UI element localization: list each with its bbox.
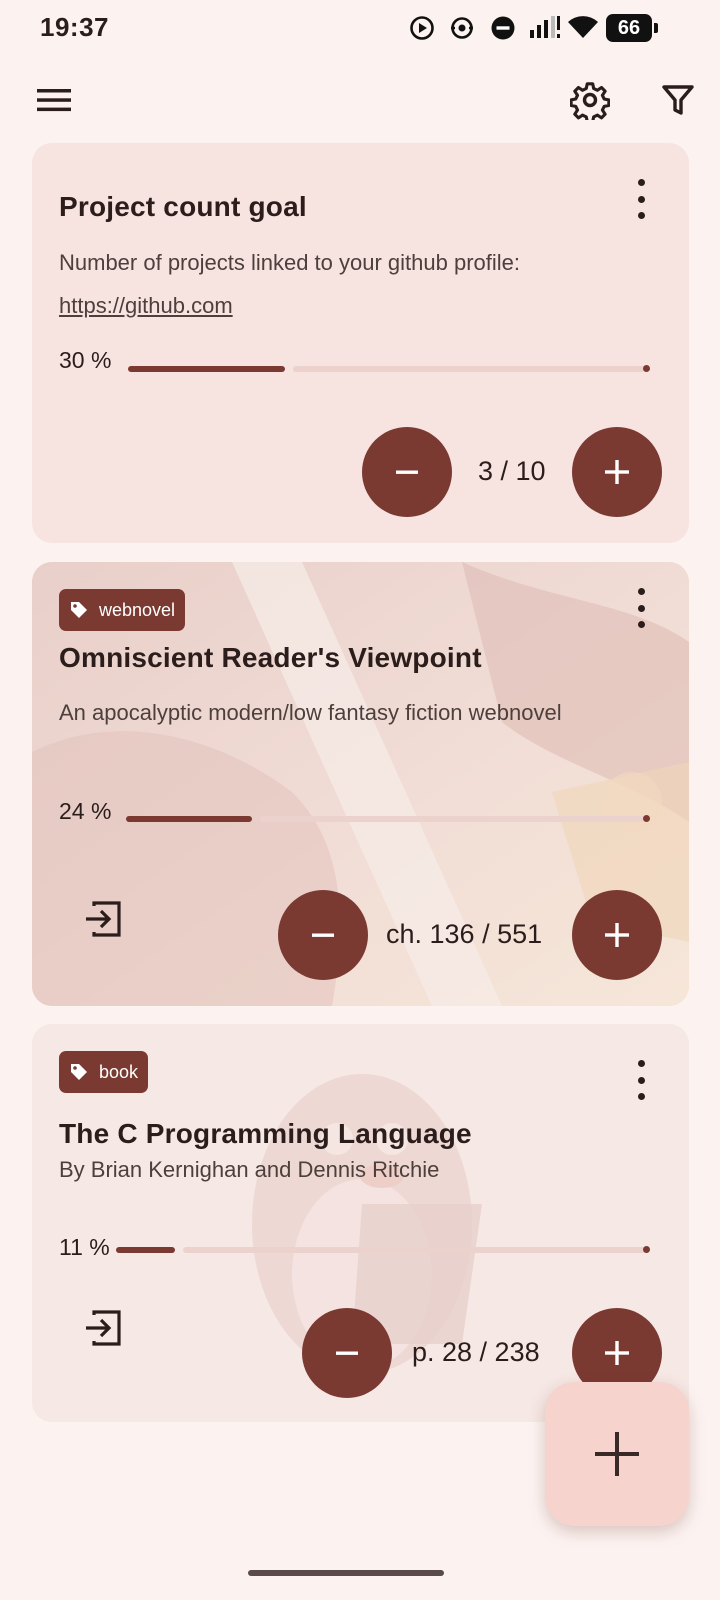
minus-icon (312, 933, 334, 937)
progress-fill (116, 1247, 175, 1253)
tag-icon (71, 1064, 87, 1080)
battery-level: 66 (617, 16, 641, 39)
dot (637, 212, 645, 219)
dot (637, 1076, 645, 1084)
progress-track (293, 366, 648, 372)
minus-icon (336, 1351, 358, 1355)
progress-counter: ch. 136 / 551 (386, 919, 543, 949)
open-link-button[interactable] (82, 1306, 126, 1350)
wifi-icon (568, 16, 598, 38)
sync-icon (451, 17, 473, 39)
status-bar: 19:37 66 (0, 0, 720, 56)
dot (637, 1060, 645, 1067)
battery-tip (654, 23, 658, 33)
description-text: Number of projects linked to your github… (59, 250, 521, 275)
progress-counter: p. 28 / 238 (412, 1337, 540, 1367)
increment-button[interactable] (572, 890, 662, 980)
plus-icon (605, 1341, 629, 1365)
tracker-card-webnovel[interactable]: webnovel Omniscient Reader's Viewpoint A… (32, 562, 689, 1006)
progress-percent: 24 % (59, 798, 112, 824)
exit-to-app-icon (86, 901, 121, 937)
progress-counter: 3 / 10 (478, 456, 546, 486)
status-time: 19:37 (40, 12, 109, 42)
card-title: Project count goal (59, 191, 307, 222)
more-options-button[interactable] (629, 179, 653, 219)
battery-icon: 66 (606, 14, 652, 42)
minus-icon (396, 470, 418, 474)
dot (637, 179, 645, 186)
progress-end-marker (643, 815, 650, 822)
decrement-button[interactable] (362, 427, 452, 517)
card-description: Number of projects linked to your github… (59, 241, 579, 327)
progress-percent: 11 % (59, 1234, 110, 1260)
card-title: The C Programming Language (59, 1118, 472, 1149)
github-link[interactable]: https://github.com (59, 293, 233, 318)
progress-end-marker (643, 365, 650, 372)
dot (637, 588, 645, 595)
tag-label: webnovel (99, 599, 176, 620)
tracker-card-book[interactable]: book The C Programming Language By Brian… (32, 1024, 689, 1422)
category-tag: webnovel (59, 589, 186, 631)
filter-icon (662, 85, 694, 115)
add-tracker-fab[interactable] (545, 1382, 689, 1526)
dot (637, 195, 645, 203)
plus-icon (595, 1432, 639, 1476)
card-title: Omniscient Reader's Viewpoint (59, 642, 482, 673)
menu-icon (37, 89, 71, 112)
tag-icon (71, 602, 87, 618)
gesture-navigation-bar[interactable] (248, 1570, 444, 1576)
card-description: An apocalyptic modern/low fantasy fictio… (59, 700, 562, 725)
more-options-button[interactable] (629, 588, 653, 628)
settings-button[interactable] (562, 72, 618, 128)
progress-fill (128, 366, 285, 372)
open-link-button[interactable] (82, 897, 126, 941)
dot (637, 604, 645, 612)
progress-track (260, 816, 648, 822)
tracker-card-project-goal[interactable]: Project count goal Number of projects li… (32, 143, 689, 543)
dot (637, 621, 645, 628)
menu-button[interactable] (26, 72, 82, 128)
settings-icon (570, 82, 610, 120)
progress-end-marker (643, 1246, 650, 1253)
play-circle-icon (410, 16, 434, 40)
more-options-button[interactable] (629, 1060, 653, 1100)
filter-button[interactable] (650, 72, 706, 128)
decrement-button[interactable] (302, 1308, 392, 1398)
decrement-button[interactable] (278, 890, 368, 980)
signal-icon (530, 16, 560, 38)
plus-icon (605, 923, 629, 947)
plus-icon (605, 460, 629, 484)
tag-label: book (99, 1061, 139, 1082)
card-description: By Brian Kernighan and Dennis Ritchie (59, 1157, 440, 1182)
progress-track (183, 1247, 648, 1253)
exit-to-app-icon (86, 1310, 121, 1346)
category-tag: book (59, 1051, 149, 1093)
top-app-bar (0, 64, 720, 140)
dot (637, 1093, 645, 1100)
progress-percent: 30 % (59, 347, 112, 373)
progress-fill (126, 816, 252, 822)
increment-button[interactable] (572, 427, 662, 517)
do-not-disturb-icon (491, 16, 515, 40)
